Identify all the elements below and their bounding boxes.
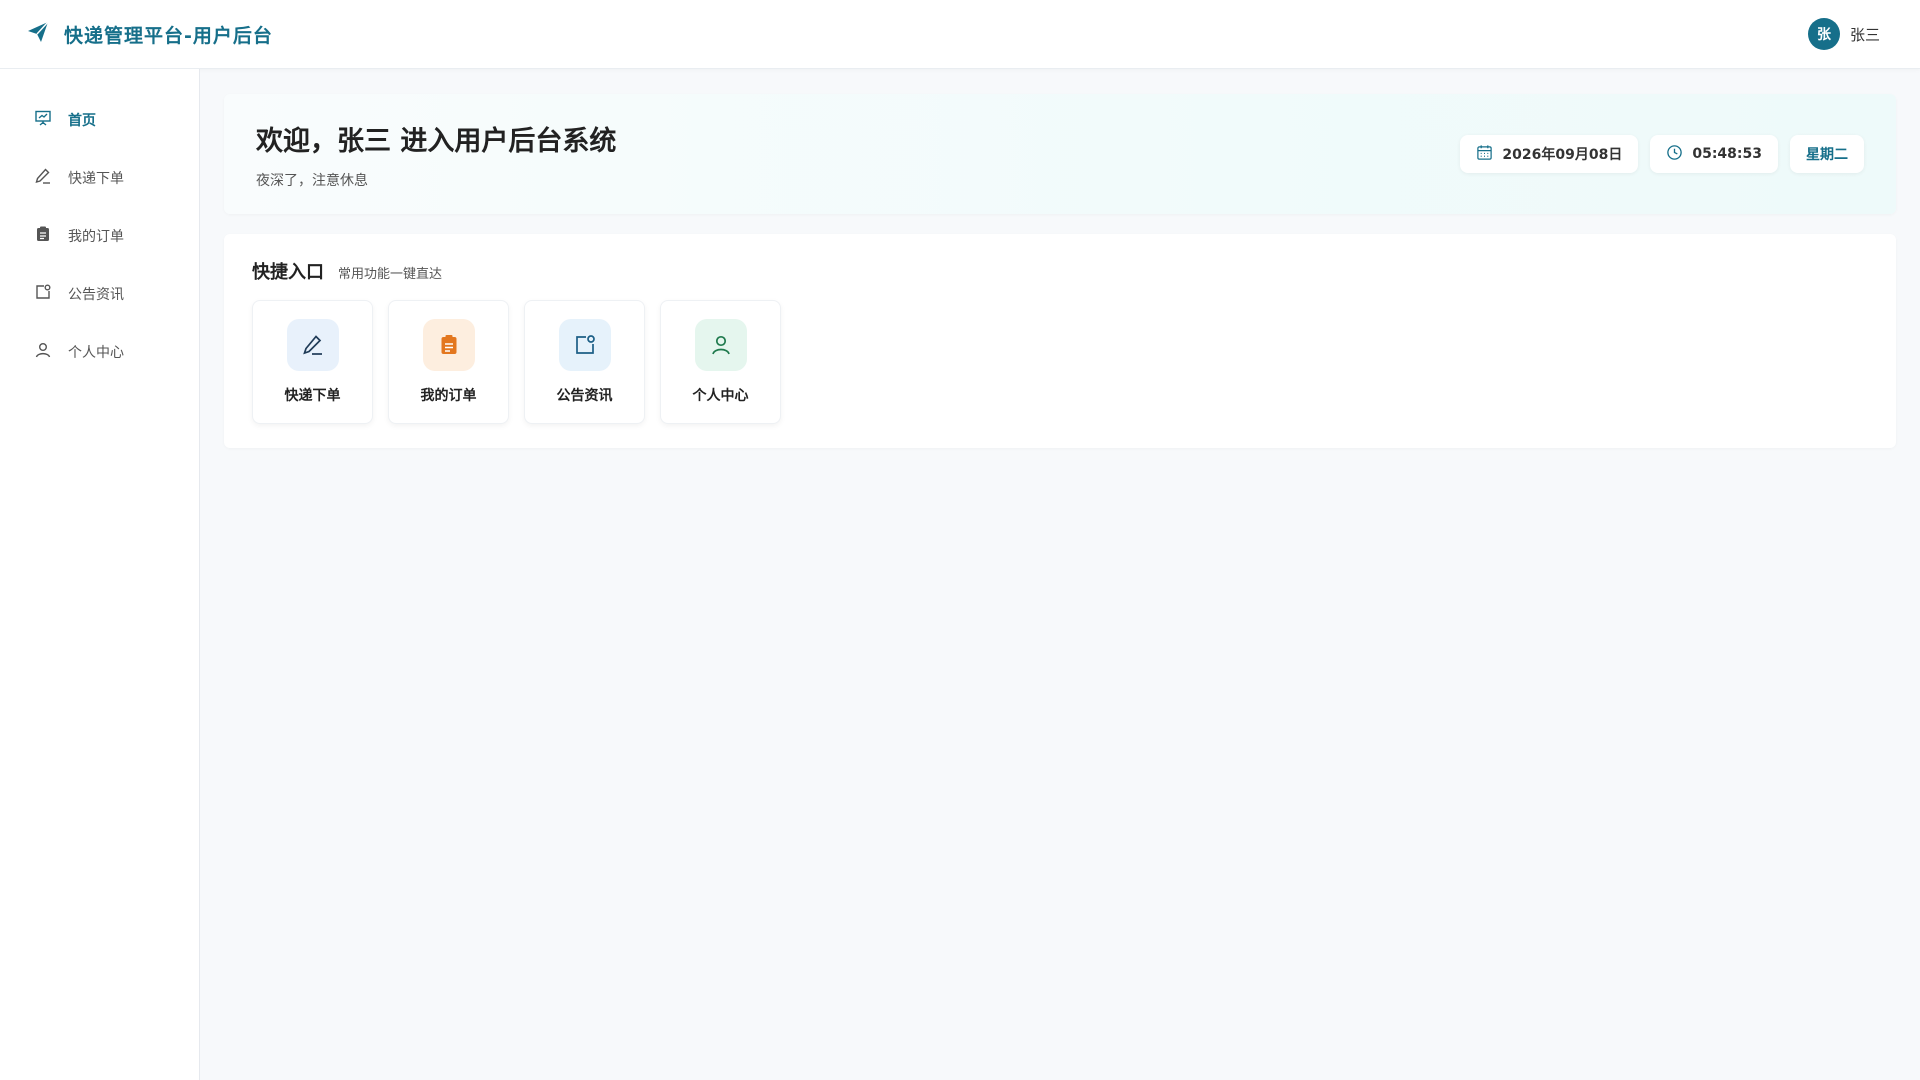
quick-access-panel: 快捷入口 常用功能一键直达 快递下单 我的订单 公告资讯 个人中心 <box>224 234 1896 448</box>
quick-card-order[interactable]: 快递下单 <box>252 300 373 424</box>
date-text: 2026年09月08日 <box>1502 147 1623 163</box>
weekday-chip: 星期二 <box>1790 135 1864 173</box>
sidebar-item-label: 公告资讯 <box>68 287 124 303</box>
weekday-text: 星期二 <box>1806 147 1848 163</box>
main-content: 欢迎，张三 进入用户后台系统 夜深了，注意休息 2026年09月08日 05:4… <box>224 94 1896 448</box>
datetime-chips: 2026年09月08日 05:48:53 星期二 <box>1460 135 1864 173</box>
quick-card-profile[interactable]: 个人中心 <box>660 300 781 424</box>
page-title: 欢迎，张三 进入用户后台系统 <box>256 125 617 157</box>
clipboard-icon <box>422 319 475 371</box>
sidebar-item-home[interactable]: 首页 <box>0 91 199 149</box>
user-icon <box>34 341 52 363</box>
sidebar-item-label: 首页 <box>68 113 96 129</box>
sidebar: 首页 快递下单 我的订单 公告资讯 个人中心 <box>0 69 200 1080</box>
app-title: 快递管理平台-用户后台 <box>64 24 273 47</box>
sidebar-item-profile[interactable]: 个人中心 <box>0 323 199 381</box>
pen-icon <box>34 167 52 189</box>
presentation-icon <box>34 109 52 131</box>
section-subtitle: 常用功能一键直达 <box>338 267 443 282</box>
welcome-subtitle: 夜深了，注意休息 <box>256 172 368 189</box>
card-label: 个人中心 <box>692 388 749 404</box>
clock-icon <box>1666 144 1683 165</box>
sidebar-item-label: 个人中心 <box>68 345 124 361</box>
sidebar-item-my-orders[interactable]: 我的订单 <box>0 207 199 265</box>
welcome-banner: 欢迎，张三 进入用户后台系统 夜深了，注意休息 2026年09月08日 05:4… <box>224 94 1896 214</box>
quick-card-my-orders[interactable]: 我的订单 <box>388 300 509 424</box>
notice-icon <box>558 319 611 371</box>
user-icon <box>694 319 747 371</box>
brand[interactable]: 快递管理平台-用户后台 <box>26 20 273 48</box>
sidebar-item-label: 我的订单 <box>68 229 124 245</box>
clipboard-icon <box>34 225 52 247</box>
date-chip: 2026年09月08日 <box>1460 135 1639 173</box>
time-chip: 05:48:53 <box>1650 135 1778 173</box>
quick-card-notice[interactable]: 公告资讯 <box>524 300 645 424</box>
user-menu[interactable]: 张 张三 <box>1807 18 1880 50</box>
sidebar-item-order[interactable]: 快递下单 <box>0 149 199 207</box>
card-label: 公告资讯 <box>556 388 613 404</box>
time-text: 05:48:53 <box>1692 146 1762 162</box>
sidebar-item-notice[interactable]: 公告资讯 <box>0 265 199 323</box>
card-label: 我的订单 <box>420 388 477 404</box>
paper-plane-icon <box>26 20 50 48</box>
avatar[interactable]: 张 <box>1807 18 1840 50</box>
section-title: 快捷入口 <box>252 262 324 283</box>
calendar-icon <box>1476 144 1493 165</box>
pen-icon <box>286 319 339 371</box>
sidebar-item-label: 快递下单 <box>68 171 124 187</box>
notice-icon <box>34 283 52 305</box>
card-label: 快递下单 <box>284 388 341 404</box>
top-bar: 快递管理平台-用户后台 张 张三 <box>0 0 1920 69</box>
user-name[interactable]: 张三 <box>1850 24 1880 45</box>
